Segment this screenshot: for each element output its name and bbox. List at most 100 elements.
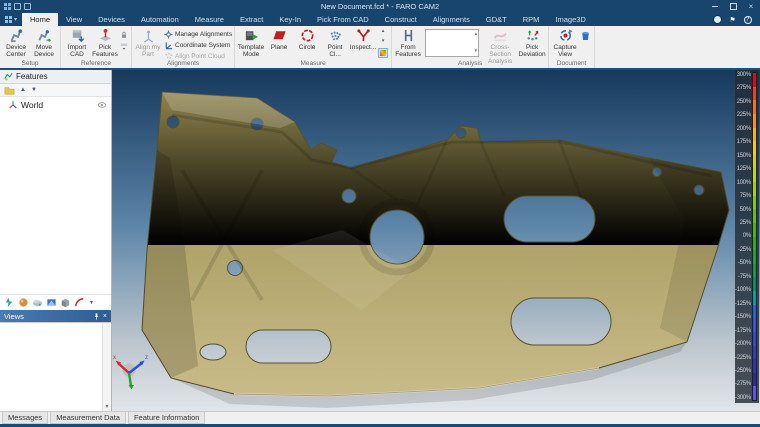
restore-icon [730, 3, 737, 10]
ribbon-tab[interactable]: Measure [187, 13, 232, 26]
ribbon-tab[interactable]: RPM [515, 13, 548, 26]
ribbon-tab[interactable]: GD&T [478, 13, 515, 26]
quick-access-icon-1[interactable] [14, 3, 21, 10]
group-label-document: Document [549, 60, 594, 68]
color-scale-segment [753, 332, 756, 346]
manage-alignments-icon [164, 30, 173, 39]
views-scrollbar[interactable]: ▾ [102, 323, 111, 411]
analysis-feature-list[interactable]: ▴ ▾ [425, 29, 479, 57]
align-my-part-button[interactable]: Align my Part [134, 27, 162, 58]
measure-gallery-down[interactable]: ▾ [382, 39, 385, 44]
color-scale-label: -125% [735, 301, 751, 307]
reference-more-icon[interactable] [120, 42, 128, 50]
sphere-icon[interactable] [18, 297, 29, 308]
ribbon-tab[interactable]: Image3D [547, 13, 593, 26]
curve-icon[interactable] [74, 297, 85, 308]
inspect-button[interactable]: Inspect... [349, 27, 377, 51]
color-scale-segment [753, 196, 756, 210]
help-icon[interactable]: ? [744, 16, 752, 24]
features-panel-title: Features [16, 72, 48, 81]
from-features-button[interactable]: From Features [394, 27, 422, 58]
ribbon-tab[interactable]: Devices [90, 13, 133, 26]
color-scale-label: 250% [737, 99, 751, 105]
measure-gallery-up[interactable]: ▴ [382, 29, 385, 34]
template-mode-icon [244, 28, 259, 43]
move-device-button[interactable]: Move Device [30, 27, 58, 58]
point-cloud-button[interactable]: Point Cl... [321, 27, 349, 58]
app-icon[interactable] [4, 3, 11, 10]
ribbon-tab[interactable]: View [58, 13, 90, 26]
color-scale-segment [753, 318, 756, 332]
measure-more-button[interactable] [378, 48, 388, 58]
color-scale-label: -250% [735, 368, 751, 374]
ribbon-tab[interactable]: Home [22, 13, 58, 26]
solid-view-icon[interactable] [60, 297, 71, 308]
circle-button[interactable]: Circle [293, 27, 321, 51]
color-scale-label: -50% [738, 260, 751, 266]
color-scale-label: -175% [735, 328, 751, 334]
capture-view-button[interactable]: Capture View [551, 27, 579, 58]
sort-descending-button[interactable]: ▼ [31, 87, 37, 93]
template-mode-button[interactable]: Template Mode [237, 27, 265, 58]
lock-icon[interactable] [120, 31, 128, 39]
pin-icon[interactable] [93, 313, 100, 320]
status-tab[interactable]: Messages [2, 412, 48, 424]
color-scale-segment [753, 73, 756, 87]
color-scale-label: -150% [735, 314, 751, 320]
cloud-icon[interactable] [32, 297, 43, 308]
restore-button[interactable] [724, 0, 742, 13]
status-tab[interactable]: Measurement Data [50, 412, 126, 424]
ribbon-tab[interactable]: Key-In [271, 13, 309, 26]
plane-view-icon[interactable] [46, 297, 57, 308]
ribbon-tab[interactable]: Alignments [425, 13, 478, 26]
color-scale-label: 150% [737, 153, 751, 159]
folder-icon[interactable] [4, 85, 15, 96]
views-panel-title: Views [4, 312, 24, 321]
pick-features-button[interactable]: Pick Features [91, 27, 119, 58]
pick-deviation-button[interactable]: Pick Deviation [518, 27, 546, 58]
views-panel-header[interactable]: Views × [0, 310, 111, 322]
sort-ascending-button[interactable]: ▲ [20, 87, 26, 93]
ribbon-tab[interactable]: Pick From CAD [309, 13, 377, 26]
tree-item-world[interactable]: World [0, 97, 111, 110]
close-panel-icon[interactable]: × [103, 313, 107, 320]
application-menu-button[interactable]: ▾ [0, 13, 22, 26]
scroll-down-icon[interactable]: ▾ [105, 404, 108, 411]
flag-icon[interactable]: ⚑ [728, 15, 737, 24]
list-scroll-down[interactable]: ▾ [475, 49, 478, 54]
color-scale-label: -25% [738, 247, 751, 253]
ribbon-group-measure: Template Mode Plane Circle Point Cl... I… [235, 26, 392, 68]
more-filters-caret[interactable]: ▾ [90, 299, 93, 306]
color-scale-label: 25% [740, 220, 751, 226]
minimize-button[interactable] [706, 0, 724, 13]
coordinate-system-item[interactable]: Coordinate System [164, 41, 232, 50]
plane-button[interactable]: Plane [265, 27, 293, 51]
ribbon-tab[interactable]: Construct [377, 13, 425, 26]
color-scan-icon [380, 50, 386, 56]
visibility-eye-icon[interactable] [97, 100, 107, 110]
quick-access-icon-2[interactable] [24, 3, 31, 10]
chevron-down-icon: ▾ [14, 16, 17, 23]
features-panel-header: Features [0, 70, 111, 84]
ribbon-tab[interactable]: Extract [232, 13, 271, 26]
color-scale-segment [753, 223, 756, 237]
import-cad-button[interactable]: Import CAD [63, 27, 91, 58]
close-button[interactable]: × [742, 0, 760, 13]
viewport-3d[interactable]: x z [112, 70, 760, 411]
views-panel-body: ▾ [0, 322, 111, 411]
color-scale-label: 125% [737, 166, 751, 172]
ribbon-group-reference: Import CAD Pick Features Reference [61, 26, 132, 68]
color-scale-label: -300% [735, 395, 751, 401]
capture-bin-icon[interactable] [579, 29, 592, 42]
color-scale-label: 0% [743, 233, 751, 239]
device-center-button[interactable]: Device Center [2, 27, 30, 58]
auto-feature-icon[interactable] [4, 297, 15, 308]
ribbon-tab[interactable]: Automation [133, 13, 187, 26]
features-tree: World [0, 97, 111, 294]
account-icon[interactable] [713, 15, 722, 24]
list-scroll-up[interactable]: ▴ [475, 32, 478, 37]
color-scale-segment [753, 155, 756, 169]
status-tab[interactable]: Feature Information [128, 412, 205, 424]
ribbon-tabs: HomeViewDevicesAutomationMeasureExtractK… [22, 13, 594, 26]
manage-alignments-item[interactable]: Manage Alignments [164, 30, 232, 39]
